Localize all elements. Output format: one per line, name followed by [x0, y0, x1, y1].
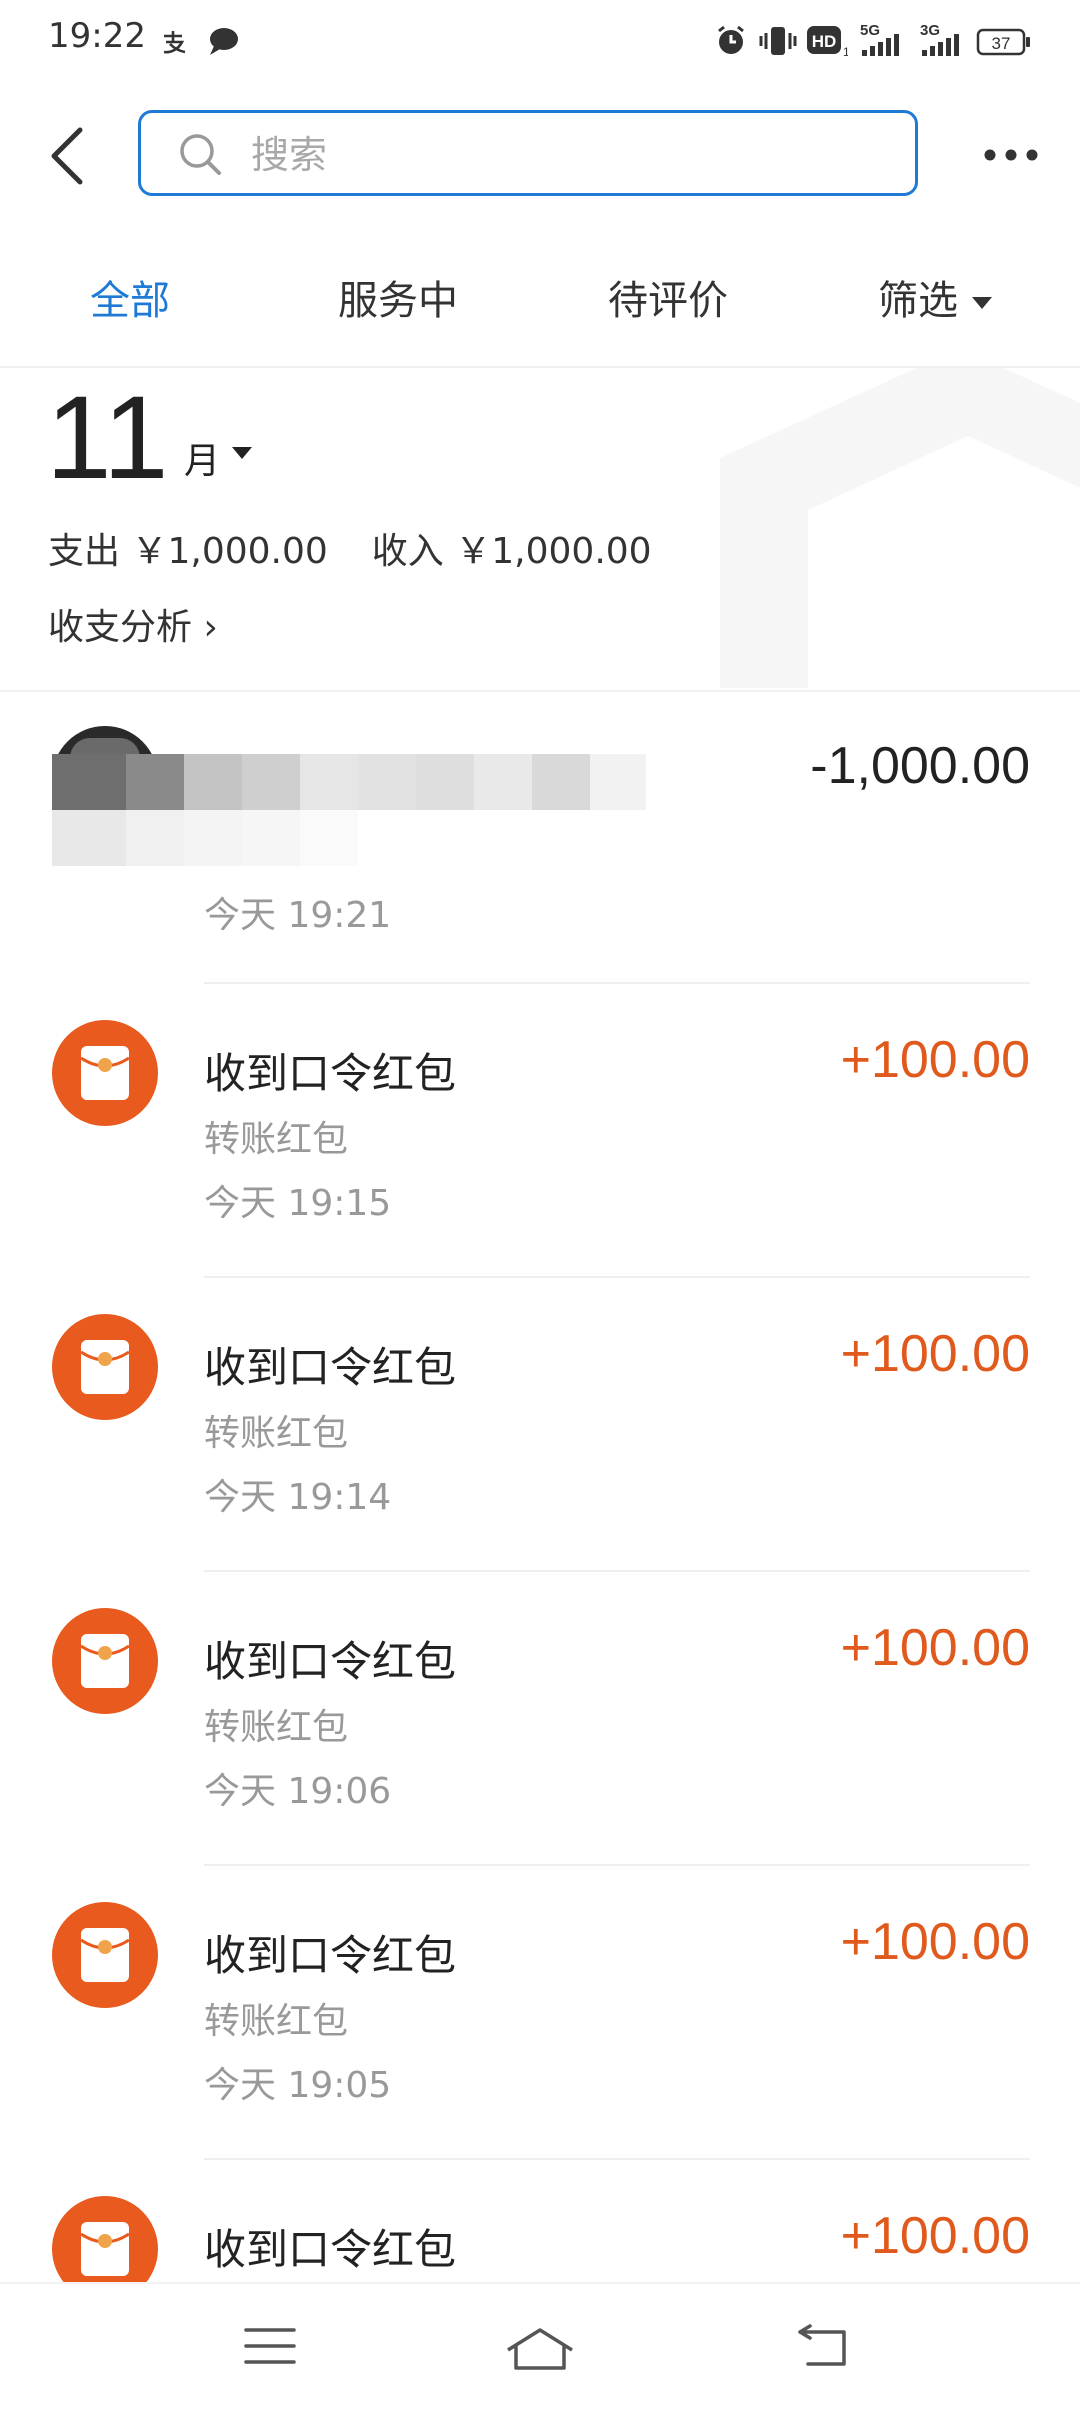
menu-icon[interactable] — [242, 2324, 298, 2368]
month-unit[interactable]: 月 — [184, 432, 220, 484]
signal-5g-icon: 5G — [860, 22, 899, 56]
svg-text:1: 1 — [843, 45, 848, 58]
transaction-amount: +100.00 — [840, 1913, 1030, 1971]
vibrate-icon — [759, 27, 797, 55]
transaction-row[interactable]: 收到口令红包 转账红包 今天 19:05 +100.00 — [0, 1870, 1080, 2164]
income-value: ￥1,000.00 — [455, 531, 652, 572]
home-icon[interactable] — [504, 2324, 576, 2372]
transaction-row[interactable]: 收到口令红包 转账红包 今天 19:06 +100.00 — [0, 1576, 1080, 1870]
svg-text:HD: HD — [812, 32, 837, 51]
transaction-time: 今天 19:15 — [204, 1183, 392, 1224]
transaction-time: 今天 19:05 — [204, 2065, 392, 2106]
alarm-icon — [718, 25, 744, 54]
red-packet-icon — [52, 1314, 158, 1420]
transaction-title: 收到口令红包 — [204, 1637, 457, 1686]
chevron-left-icon — [51, 127, 83, 185]
search-icon — [180, 134, 221, 175]
transaction-title: 收到口令红包 — [204, 1931, 457, 1980]
privacy-blur — [52, 720, 692, 870]
transaction-time: 今天 19:21 — [204, 895, 392, 936]
red-packet-icon — [52, 2196, 158, 2282]
transaction-subtitle: 转账红包 — [204, 2001, 349, 2042]
transaction-subtitle: 转账红包 — [204, 1707, 349, 1748]
battery-icon: 37 — [976, 28, 1030, 56]
analysis-link[interactable]: 收支分析 › — [48, 598, 218, 650]
back-button[interactable] — [40, 118, 104, 194]
more-button[interactable] — [976, 135, 1046, 175]
chat-icon — [210, 28, 238, 55]
tab-all[interactable]: 全部 — [90, 268, 170, 326]
status-time: 19:22 — [48, 16, 146, 56]
back-nav-icon[interactable] — [796, 2324, 852, 2372]
summary-totals: 支出 ￥1,000.00 收入 ￥1,000.00 — [48, 522, 652, 574]
hd-icon: HD 1 — [807, 26, 848, 58]
row-divider — [204, 1864, 1030, 1866]
red-packet-icon — [52, 1020, 158, 1126]
svg-text:3G: 3G — [920, 22, 940, 39]
transaction-time: 今天 19:14 — [204, 1477, 392, 1518]
transaction-amount: -1,000.00 — [810, 737, 1030, 795]
transaction-row[interactable]: 收到口令红包 转账红包 今天 19:15 +100.00 — [0, 988, 1080, 1282]
transaction-title: 收到口令红包 — [204, 2225, 457, 2274]
status-bar: 19:22 HD 1 5G 3G 37 — [0, 0, 1080, 84]
svg-text:5G: 5G — [860, 22, 880, 39]
row-divider — [204, 2158, 1030, 2160]
transaction-amount: +100.00 — [840, 2207, 1030, 2265]
expense-label: 支出 — [48, 531, 121, 572]
tab-pending-review[interactable]: 待评价 — [608, 268, 728, 326]
filter-label: 筛选 — [878, 278, 958, 324]
red-packet-icon — [52, 1608, 158, 1714]
search-box[interactable] — [138, 110, 918, 196]
transaction-row[interactable]: 收到口令红包 转账红包 今天 19:14 +100.00 — [0, 1282, 1080, 1576]
svg-text:37: 37 — [992, 34, 1011, 53]
summary-divider — [0, 690, 1080, 692]
transaction-amount: +100.00 — [840, 1325, 1030, 1383]
caret-down-icon — [972, 297, 992, 309]
transaction-amount: +100.00 — [840, 1031, 1030, 1089]
month-number[interactable]: 11 — [46, 370, 169, 506]
transaction-time: 今天 19:06 — [204, 1771, 392, 1812]
transaction-subtitle: 转账红包 — [204, 1413, 349, 1454]
tab-in-service[interactable]: 服务中 — [338, 268, 458, 326]
alipay-icon — [163, 31, 186, 54]
row-divider — [204, 1276, 1030, 1278]
red-packet-icon — [52, 1902, 158, 2008]
expense-value: ￥1,000.00 — [131, 531, 328, 572]
transaction-subtitle: 转账红包 — [204, 1119, 349, 1160]
transaction-title: 收到口令红包 — [204, 1343, 457, 1392]
transaction-title: 收到口令红包 — [204, 1049, 457, 1098]
transaction-amount: +100.00 — [840, 1619, 1030, 1677]
month-caret-icon[interactable] — [232, 447, 252, 459]
system-nav-bar — [0, 2282, 1080, 2410]
signal-3g-icon: 3G — [920, 22, 959, 56]
income-label: 收入 — [371, 531, 444, 572]
transaction-row[interactable]: 收到口令红包 +100.00 — [0, 2164, 1080, 2282]
more-dots-icon — [984, 149, 1038, 161]
search-input[interactable] — [249, 127, 893, 183]
row-divider — [204, 982, 1030, 984]
row-divider — [204, 1570, 1030, 1572]
filter-dropdown[interactable]: 筛选 — [878, 268, 992, 326]
